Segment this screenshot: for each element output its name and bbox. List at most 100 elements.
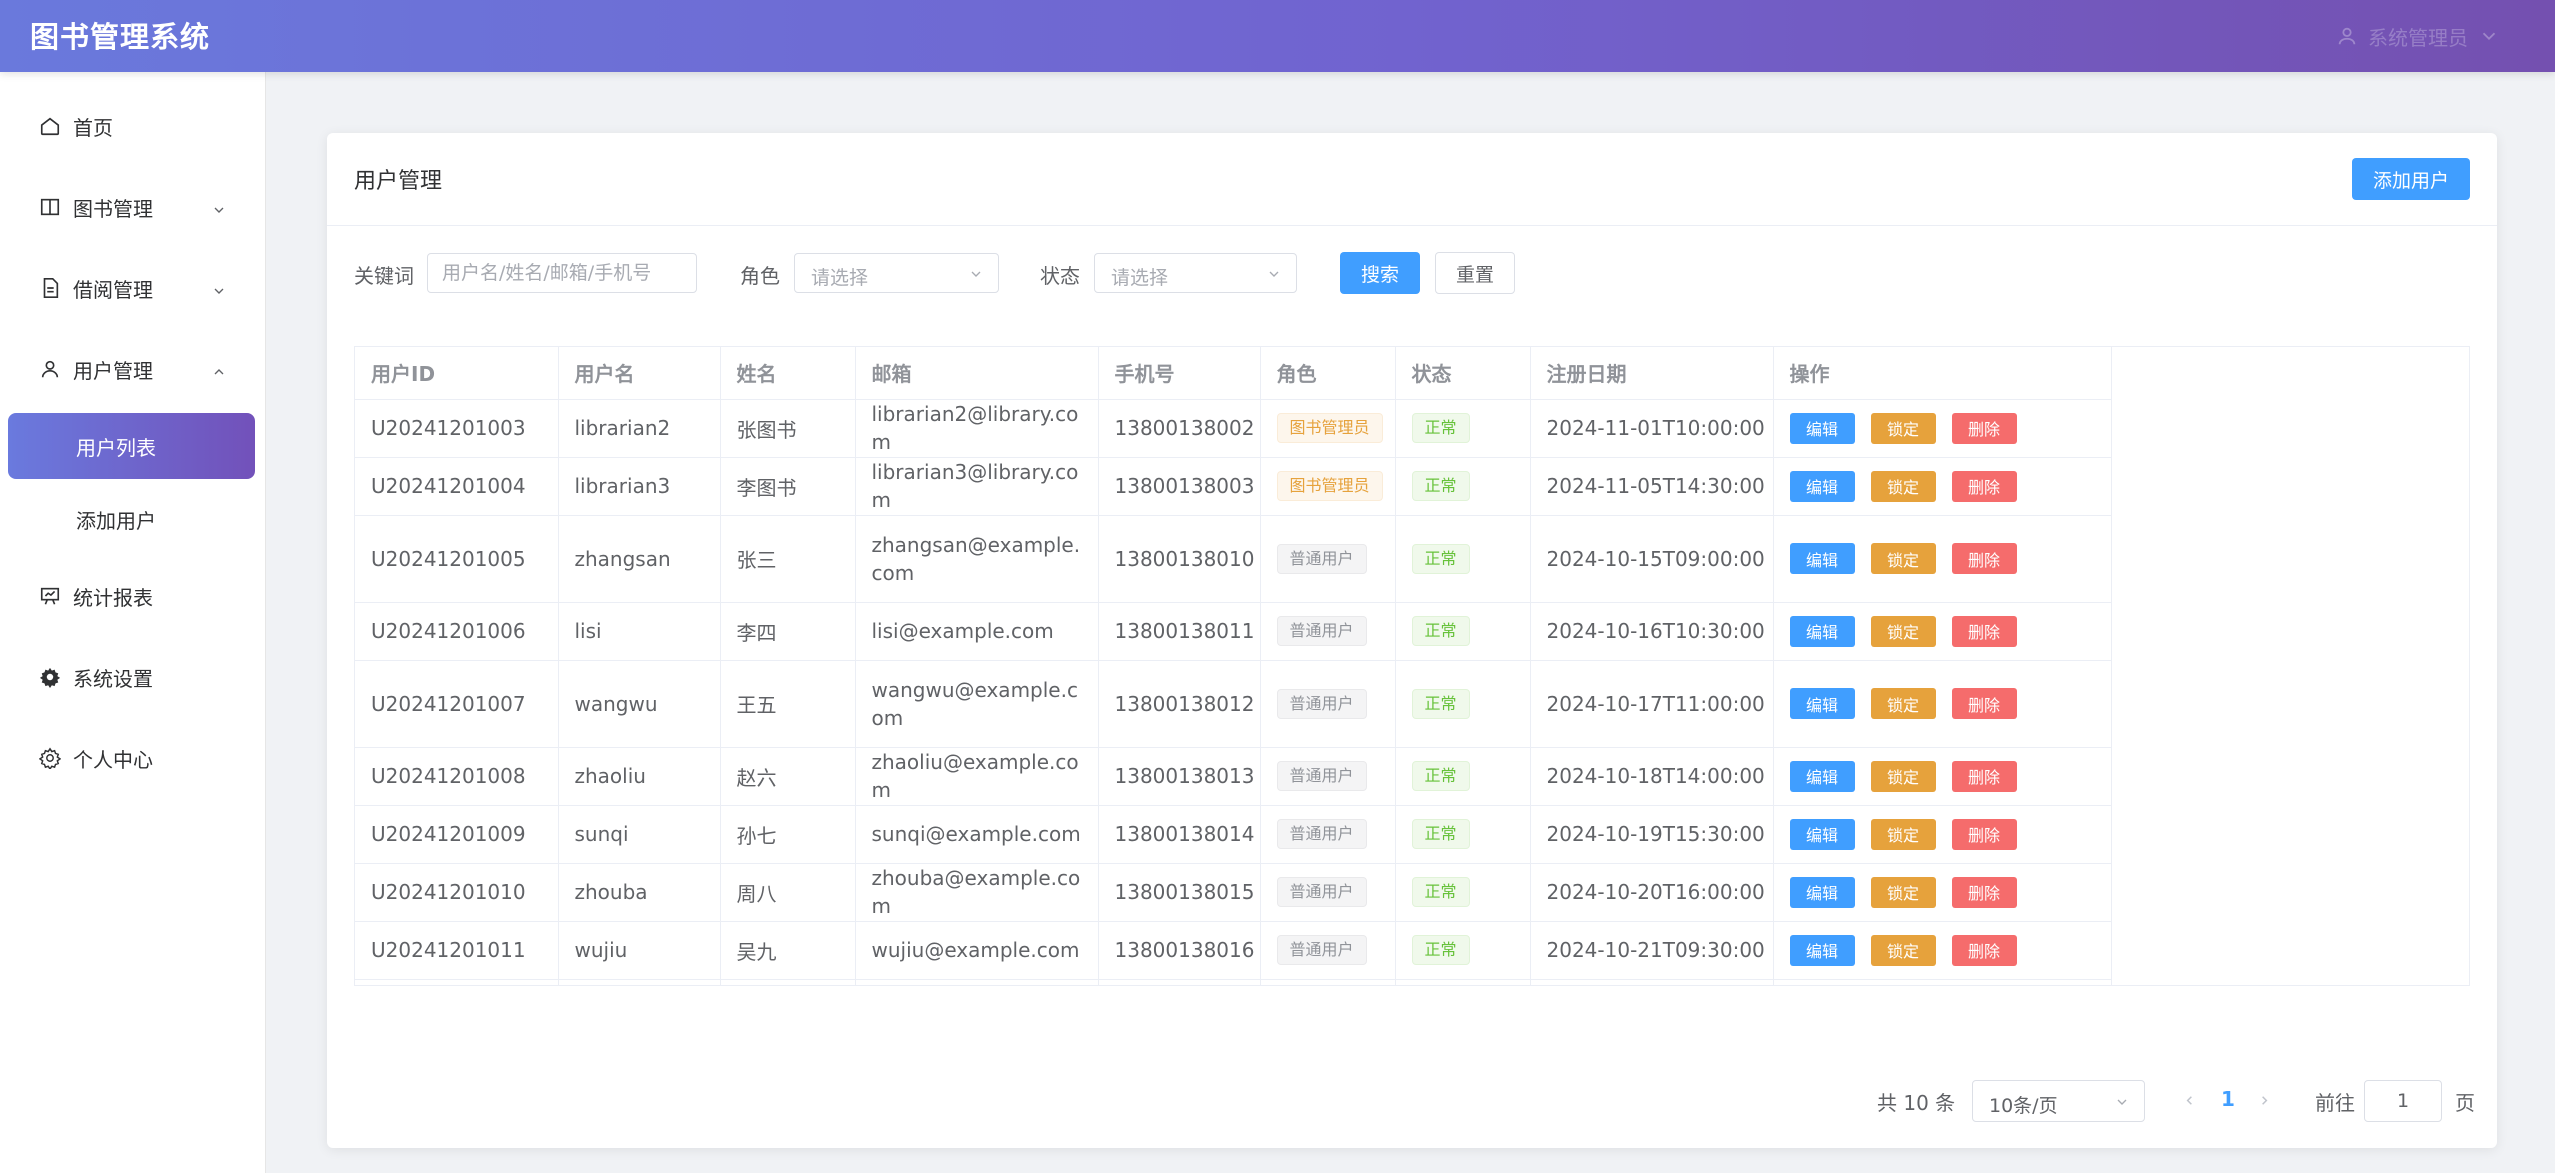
cell-register-date: 2024-11-01T10:00:00 [1530,399,1774,458]
edit-button[interactable]: 编辑 [1789,470,1855,502]
cell-role: 普通用户 [1260,979,1396,985]
page-number-current[interactable]: 1 [2221,1087,2235,1111]
cell-register-date: 2024-10-18T14:00:00 [1530,747,1774,806]
lock-button[interactable]: 锁定 [1870,934,1936,966]
cell-user-id: U20241201008 [355,747,559,806]
sidebar-item-label: 用户管理 [73,358,153,383]
sidebar-item-label: 借阅管理 [73,277,153,302]
delete-button[interactable]: 删除 [1951,876,2017,908]
edit-button[interactable]: 编辑 [1789,760,1855,792]
sidebar-item-stats[interactable]: 统计报表 [0,556,265,636]
document-icon [38,276,62,300]
col-header-role[interactable]: 角色 [1260,347,1396,400]
cell-phone: 13800138011 [1098,602,1261,661]
cell-user-id: U20241201007 [355,660,559,748]
chevron-down-icon [968,266,984,282]
cell-name: 李四 [720,602,856,661]
reset-button[interactable]: 重置 [1435,252,1515,294]
lock-button[interactable]: 锁定 [1870,412,1936,444]
cell-email: lisi@example.com [855,602,1099,661]
chevron-down-icon [1266,266,1282,282]
edit-button[interactable]: 编辑 [1789,688,1855,719]
cell-username: zhouba [558,863,721,922]
sidebar-item-settings[interactable]: 系统设置 [0,637,265,717]
edit-button[interactable]: 编辑 [1789,876,1855,908]
lock-button[interactable]: 锁定 [1870,876,1936,908]
lock-button[interactable]: 锁定 [1870,760,1936,792]
sidebar: 首页 图书管理 借阅管理 用户管理 用户列表 添加用户 统计报表 系统设置 个人… [0,72,266,1173]
sidebar-item-books[interactable]: 图书管理 [0,167,265,247]
sidebar-item-label: 图书管理 [73,196,153,221]
page-size-select[interactable]: 10条/页 [1972,1080,2145,1122]
cell-status: 正常 [1395,457,1531,516]
cell-register-date: 2024-10-19T15:30:00 [1530,805,1774,864]
row-actions: 编辑 锁定 删除 [1789,934,2111,966]
cell-username: wujiu [558,921,721,980]
row-actions: 编辑 锁定 删除 [1789,470,2111,502]
lock-button[interactable]: 锁定 [1870,470,1936,502]
sidebar-item-home[interactable]: 首页 [0,86,265,166]
col-header-phone[interactable]: 手机号 [1098,347,1261,400]
keyword-input[interactable] [427,253,697,293]
delete-button[interactable]: 删除 [1951,818,2017,850]
prev-page-button[interactable] [2177,1088,2201,1112]
row-actions: 编辑 锁定 删除 [1789,818,2111,850]
table-row: U20241201011 wujiu 吴九 wujiu@example.com 1380… [355,921,2112,980]
delete-button[interactable]: 删除 [1951,470,2017,502]
row-actions: 编辑 锁定 删除 [1789,412,2111,444]
add-user-button[interactable]: 添加用户 [2352,158,2470,200]
col-header-email[interactable]: 邮箱 [855,347,1099,400]
search-button[interactable]: 搜索 [1340,252,1420,294]
col-header-name[interactable]: 姓名 [720,347,856,400]
cell-status: 正常 [1395,399,1531,458]
delete-button[interactable]: 删除 [1951,543,2017,574]
chevron-down-icon [211,199,227,215]
table-row: U20241201008 zhaoliu 赵六 zhaoliu@example.com… [355,747,2112,806]
edit-button[interactable]: 编辑 [1789,615,1855,647]
cell-role: 普通用户 [1260,805,1396,864]
sidebar-item-add-user[interactable]: 添加用户 [8,486,255,552]
role-tag: 图书管理员 [1276,471,1383,501]
cell-username: sunqi [558,805,721,864]
delete-button[interactable]: 删除 [1951,615,2017,647]
lock-button[interactable]: 锁定 [1870,615,1936,647]
keyword-label: 关键词 [354,264,414,288]
user-menu[interactable]: 系统管理员 [2336,18,2500,54]
status-select[interactable]: 请选择 [1094,253,1297,293]
edit-button[interactable]: 编辑 [1789,934,1855,966]
cell-phone: 13800138003 [1098,457,1261,516]
col-header-status[interactable]: 状态 [1395,347,1531,400]
cell-email: wujiu@example.com [855,921,1099,980]
next-page-button[interactable] [2252,1088,2276,1112]
col-header-register-date[interactable]: 注册日期 [1530,347,1774,400]
col-header-actions[interactable]: 操作 [1773,347,2112,400]
cell-actions: 编辑锁定删除 [1773,515,2112,603]
sidebar-item-borrow[interactable]: 借阅管理 [0,248,265,328]
edit-button[interactable]: 编辑 [1789,412,1855,444]
sidebar-item-users[interactable]: 用户管理 [0,329,265,409]
delete-button[interactable]: 删除 [1951,934,2017,966]
cell-user-id: U20241201010 [355,863,559,922]
lock-button[interactable]: 锁定 [1870,543,1936,574]
delete-button[interactable]: 删除 [1951,412,2017,444]
cell-role: 普通用户 [1260,747,1396,806]
col-header-username[interactable]: 用户名 [558,347,721,400]
delete-button[interactable]: 删除 [1951,688,2017,719]
user-table: 用户ID 用户名 姓名 邮箱 手机号 角色 状态 注册日期 操作 U202412… [354,346,2470,986]
lock-button[interactable]: 锁定 [1870,688,1936,719]
status-badge: 正常 [1411,761,1470,791]
cell-username: librarian2 [558,399,721,458]
row-actions: 编辑 锁定 删除 [1789,688,2111,719]
goto-page-input[interactable] [2364,1080,2442,1122]
status-badge: 正常 [1411,877,1470,907]
role-select[interactable]: 请选择 [794,253,999,293]
col-header-user-id[interactable]: 用户ID [355,347,559,400]
lock-button[interactable]: 锁定 [1870,818,1936,850]
edit-button[interactable]: 编辑 [1789,818,1855,850]
delete-button[interactable]: 删除 [1951,760,2017,792]
edit-button[interactable]: 编辑 [1789,543,1855,574]
sidebar-item-user-list[interactable]: 用户列表 [8,413,255,479]
sidebar-item-profile[interactable]: 个人中心 [0,718,265,798]
cell-email: sunqi@example.com [855,805,1099,864]
cell-actions: 编辑锁定删除 [1773,979,2112,985]
